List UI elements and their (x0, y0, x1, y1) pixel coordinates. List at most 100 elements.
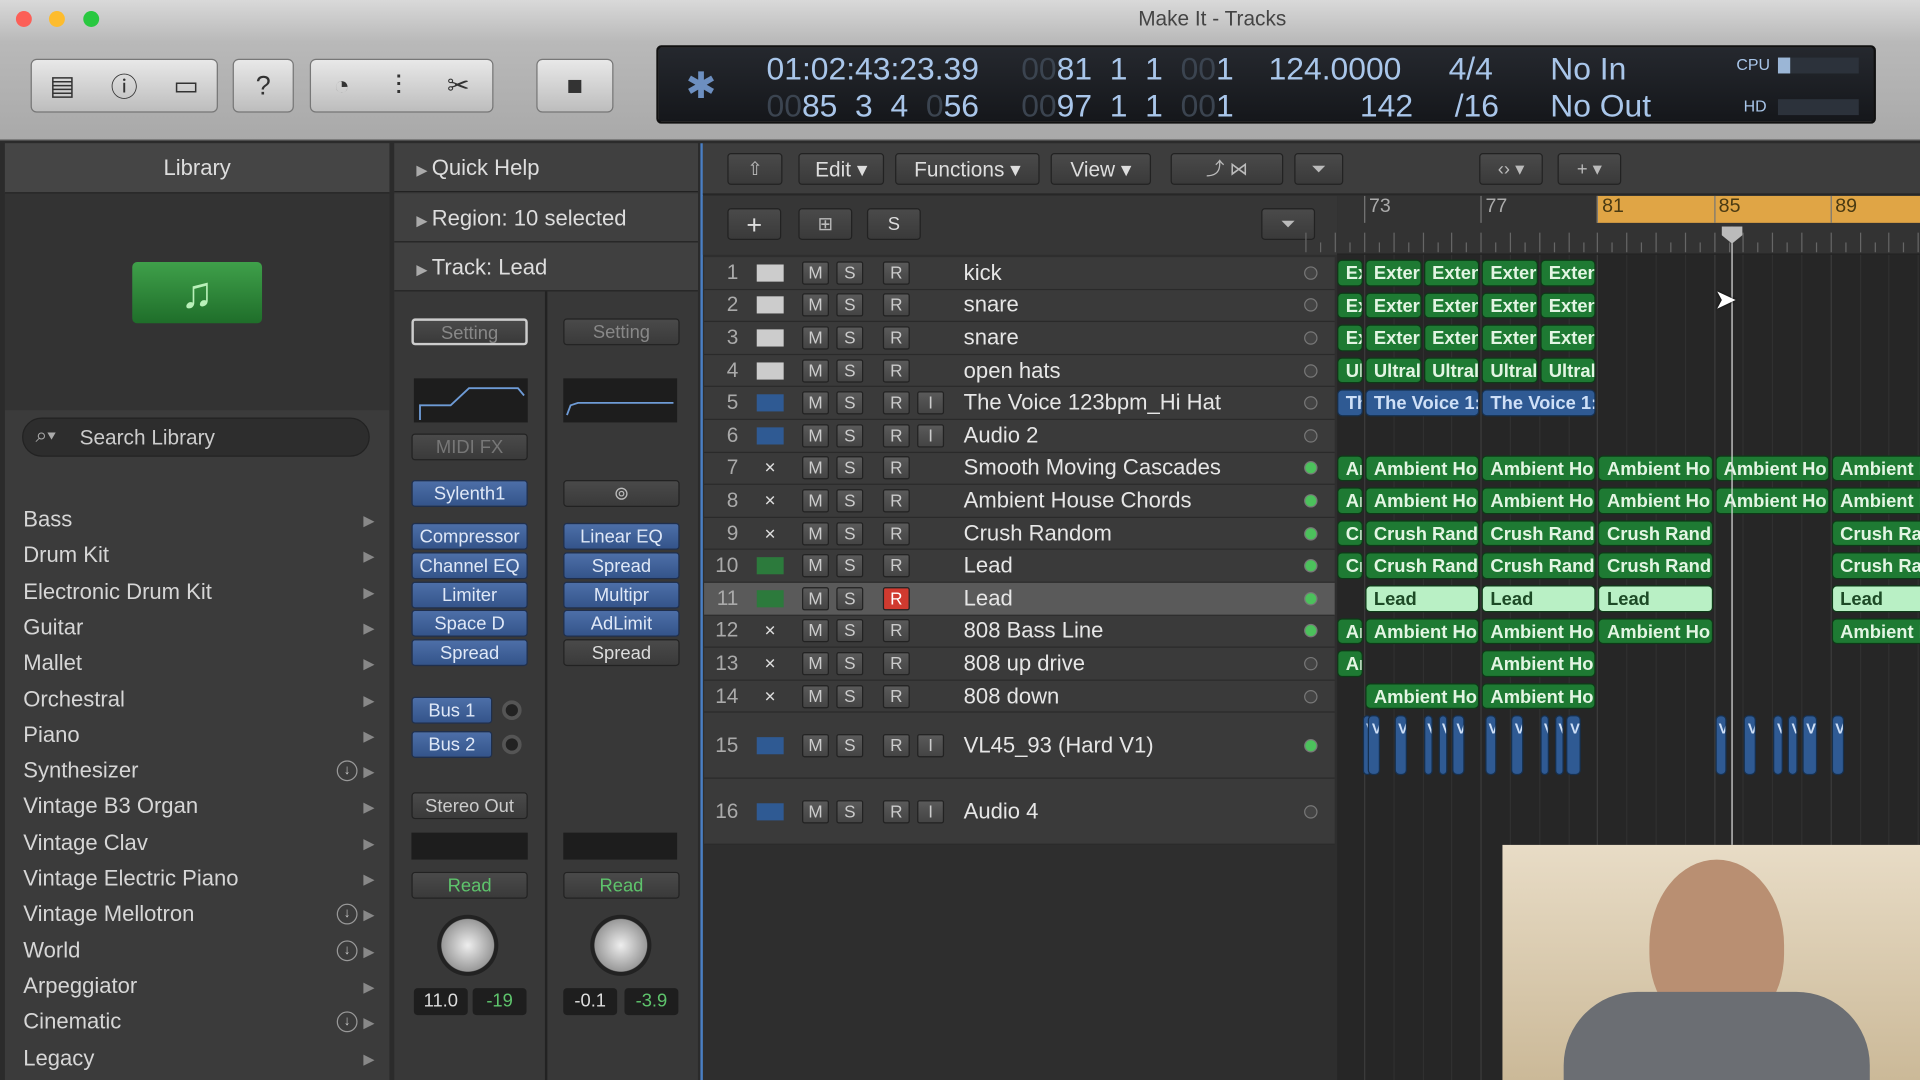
record-button[interactable]: R (882, 489, 910, 513)
region[interactable]: Exten (1423, 324, 1480, 352)
library-item[interactable]: Drum Kit ▶ (5, 540, 389, 572)
region[interactable]: Ambient Ho (1365, 487, 1480, 515)
region[interactable]: V (1452, 715, 1465, 776)
library-item[interactable]: Legacy ▶ (5, 1043, 389, 1075)
library-item[interactable]: Orchestral ▶ (5, 684, 389, 716)
solo-button[interactable]: S (836, 489, 864, 513)
region[interactable]: Ambient Ho (1831, 487, 1920, 515)
instrument-slot[interactable]: Sylenth1 (411, 480, 528, 507)
track-name[interactable]: 808 Bass Line (964, 618, 1104, 644)
lcd-tempo[interactable]: 124.0000 (1269, 50, 1402, 88)
plugin-slot[interactable]: AdLimit (563, 610, 680, 638)
library-item[interactable]: Bass ▶ (5, 504, 389, 536)
track-on-off-button[interactable] (1304, 526, 1318, 541)
region[interactable]: V (1744, 715, 1757, 776)
volume-value[interactable]: -0.1 (563, 988, 618, 1016)
region[interactable]: V (1566, 715, 1582, 776)
region[interactable]: Ultral (1540, 357, 1596, 384)
track-name[interactable]: Audio 4 (964, 799, 1039, 825)
record-button[interactable]: R (882, 652, 910, 676)
track-on-off-button[interactable] (1304, 738, 1318, 753)
automation-mode[interactable]: Read (411, 871, 528, 899)
region[interactable]: Ambient Ho (1481, 650, 1596, 677)
region[interactable]: Lead (1481, 585, 1596, 612)
region[interactable]: Ambient Ho (1831, 455, 1920, 482)
input-button[interactable]: I (917, 391, 945, 415)
download-icon[interactable]: ↓ (336, 1011, 358, 1033)
track-header[interactable]: 3 M S Rsnare (704, 322, 1335, 355)
track-name[interactable]: Lead (964, 586, 1013, 612)
solo-button[interactable]: S (836, 586, 864, 611)
mute-button[interactable]: M (802, 456, 829, 480)
library-item[interactable]: Vintage B3 Organ ▶ (5, 791, 389, 823)
track-name[interactable]: Crush Random (964, 521, 1112, 547)
download-icon[interactable]: ↓ (336, 939, 358, 961)
region[interactable]: V (1554, 715, 1564, 776)
solo-button[interactable]: S (836, 293, 864, 318)
plugin-slot[interactable]: Compressor (411, 522, 528, 550)
record-button[interactable]: R (882, 424, 910, 448)
region[interactable]: Ambient Ho (1365, 617, 1480, 645)
region[interactable]: Exter (1481, 324, 1538, 352)
track-on-off-button[interactable] (1304, 363, 1318, 378)
toolbar-icon[interactable]: ▭ (173, 70, 198, 102)
plugin-slot[interactable]: Spread (411, 639, 528, 667)
solo-button[interactable]: S (836, 456, 864, 480)
region[interactable]: Ambient Ho (1337, 487, 1363, 515)
track-on-off-button[interactable] (1304, 559, 1318, 573)
mute-button[interactable]: M (802, 733, 829, 758)
library-item[interactable]: Piano ▶ (5, 720, 389, 752)
record-button[interactable]: R (882, 800, 910, 824)
record-button[interactable]: R (882, 554, 910, 578)
track-on-off-button[interactable] (1304, 396, 1318, 410)
input-button[interactable]: I (917, 733, 945, 758)
region[interactable]: Ambient Ho (1598, 455, 1713, 482)
track-header[interactable]: 14 ✕ M S R 808 down (704, 680, 1335, 714)
plugin-slot[interactable]: Spread (563, 639, 680, 667)
region[interactable]: Crush Rand (1831, 520, 1920, 547)
output-slot[interactable]: Stereo Out (411, 792, 528, 820)
mute-button[interactable]: M (802, 391, 829, 415)
pointer-tool-icon[interactable]: ‹› ▾ (1479, 153, 1543, 185)
track-header[interactable]: 9 ✕ M S R Crush Random (704, 517, 1335, 551)
input-button[interactable]: I (917, 800, 945, 824)
track-header[interactable]: 7 ✕ M S R Smooth Moving Cascades (704, 452, 1335, 486)
stop-button[interactable]: ■ (536, 58, 614, 113)
solo-button[interactable]: S (836, 521, 864, 546)
download-icon[interactable]: ↓ (336, 904, 358, 925)
quick-help-header[interactable]: ▶ Quick Help (394, 143, 698, 193)
mute-button[interactable]: M (802, 358, 829, 383)
lcd-division[interactable]: /16 (1455, 87, 1499, 125)
group-slot[interactable] (563, 832, 678, 860)
view-menu[interactable]: View ▾ (1050, 153, 1152, 185)
mute-button[interactable]: M (802, 684, 829, 708)
setting-button[interactable]: Setting (411, 318, 528, 346)
track-name[interactable]: snare (964, 293, 1019, 319)
send-bus-1[interactable]: Bus 1 (411, 696, 493, 724)
add-track-button[interactable]: + (727, 208, 782, 241)
region[interactable]: Ambient Ho (1365, 683, 1480, 710)
region[interactable]: Exten (1337, 324, 1363, 352)
track-on-off-button[interactable] (1304, 624, 1318, 638)
region[interactable]: V (1540, 715, 1550, 776)
region[interactable]: V (1368, 715, 1381, 776)
setting-button[interactable]: Setting (563, 318, 680, 346)
send-level-knob[interactable] (502, 700, 522, 721)
input-button[interactable]: I (917, 424, 945, 448)
region[interactable]: Lead (1365, 585, 1480, 612)
library-item[interactable]: Guitar ▶ (5, 612, 389, 644)
track-header[interactable]: 11 M S R Lead (704, 582, 1335, 616)
pencil-tool-icon[interactable]: + ▾ (1557, 153, 1622, 185)
library-item[interactable]: Vintage Electric Piano ▶ (5, 863, 389, 895)
region[interactable]: V (1773, 715, 1783, 776)
region[interactable]: V (1438, 715, 1448, 776)
download-icon[interactable]: ↓ (336, 760, 358, 782)
plugin-slot[interactable]: Space D (411, 610, 528, 638)
mute-button[interactable]: M (802, 489, 829, 513)
region[interactable]: Ultral (1481, 357, 1538, 384)
solo-button[interactable]: S (836, 554, 864, 578)
track-header[interactable]: 10 M S R Lead (704, 550, 1335, 583)
record-button[interactable]: R (882, 586, 910, 611)
region[interactable]: V (1831, 715, 1844, 776)
track-name[interactable]: Audio 2 (964, 423, 1039, 449)
